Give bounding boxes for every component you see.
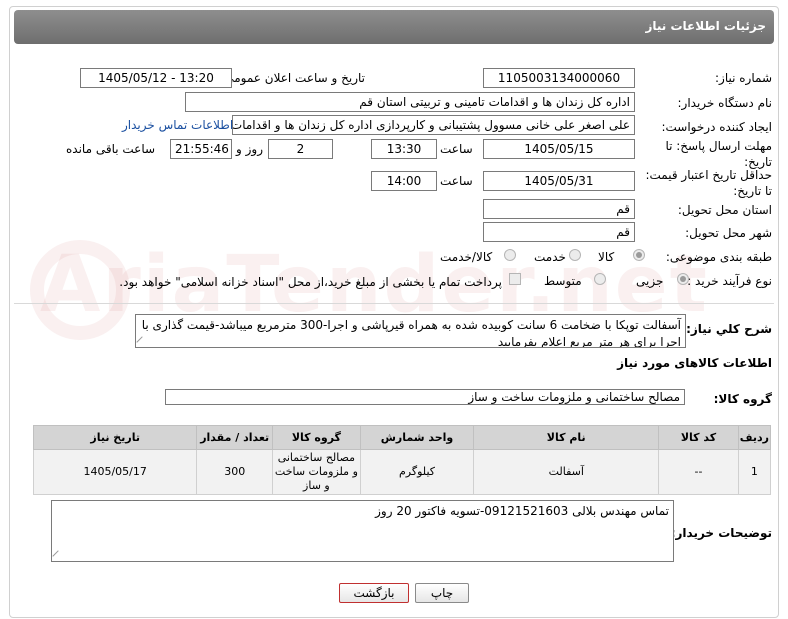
- resize-handle-icon[interactable]: [136, 336, 148, 347]
- col-header-unit: واحد شمارش: [359, 425, 475, 450]
- creator-field: علی اصغر علی خانی مسوول پشتیبانی و کارپر…: [232, 115, 635, 135]
- deadline-label: مهلت ارسال پاسخ: تا تاریخ:: [665, 139, 772, 169]
- buyer-notes-label: توضیحات خریدار:: [670, 526, 772, 540]
- category-radio-both[interactable]: [504, 249, 516, 261]
- remaining-label: ساعت باقی مانده: [66, 142, 156, 156]
- days-field: 2: [268, 139, 333, 159]
- remaining-field: 21:55:46: [170, 139, 232, 159]
- need-number-label: شماره نیاز:: [715, 71, 772, 85]
- cell-qty: 300: [196, 449, 274, 495]
- table-row: 1 -- آسفالت کیلوگرم مصالح ساختمانی و ملز…: [32, 449, 772, 495]
- goods-group-field: مصالح ساختمانی و ملزومات ساخت و ساز: [165, 389, 685, 405]
- divider: [14, 303, 774, 304]
- buyer-contact-link[interactable]: اطلاعات تماس خریدار: [122, 118, 233, 132]
- cell-name: آسفالت: [473, 449, 660, 495]
- print-button[interactable]: چاپ: [415, 583, 469, 603]
- cell-date: 1405/05/17: [32, 449, 198, 495]
- col-header-name: نام کالا: [473, 425, 660, 450]
- table-header-row: ردیف کد کالا نام کالا واحد شمارش گروه کا…: [32, 425, 772, 450]
- city-label: شهر محل تحویل:: [685, 226, 772, 240]
- buyer-notes-text: تماس مهندس بلالی 09121521603-تسویه فاکتو…: [375, 504, 669, 518]
- col-header-row: ردیف: [737, 425, 772, 450]
- announce-label: تاریخ و ساعت اعلان عمومی:: [220, 71, 365, 85]
- col-header-code: کد کالا: [658, 425, 739, 450]
- category-option-both: کالا/خدمت: [440, 250, 493, 264]
- summary-text: آسفالت توپکا با ضخامت 6 سانت کوبیده شده …: [141, 318, 681, 348]
- announce-field: 1405/05/12 - 13:20: [80, 68, 232, 88]
- deadline-time-label: ساعت: [440, 142, 473, 156]
- deadline-date-field: 1405/05/15: [483, 139, 635, 159]
- deadline-time-field: 13:30: [371, 139, 437, 159]
- summary-label: شرح کلي نياز:: [686, 322, 772, 336]
- price-validity-time-field: 14:00: [371, 171, 437, 191]
- process-radio-minor[interactable]: [677, 273, 689, 285]
- category-radio-goods[interactable]: [633, 249, 645, 261]
- price-validity-time-label: ساعت: [440, 174, 473, 188]
- back-button[interactable]: بازگشت: [339, 583, 409, 603]
- days-label: روز و: [236, 142, 263, 156]
- cell-code: --: [658, 449, 739, 495]
- city-field: قم: [483, 222, 635, 242]
- goods-section-title: اطلاعات کالاهای مورد نیاز: [617, 356, 772, 370]
- creator-label: ایجاد کننده درخواست:: [661, 120, 772, 134]
- items-table: ردیف کد کالا نام کالا واحد شمارش گروه کا…: [32, 425, 772, 495]
- category-label: طبقه بندی موضوعی:: [665, 250, 772, 264]
- cell-row: 1: [737, 449, 772, 495]
- buyer-org-label: نام دستگاه خریدار:: [677, 96, 773, 110]
- price-validity-label: حداقل تاریخ اعتبار قیمت: تا تاریخ:: [645, 168, 772, 198]
- process-option-medium: متوسط: [544, 274, 582, 288]
- summary-textarea[interactable]: آسفالت توپکا با ضخامت 6 سانت کوبیده شده …: [135, 314, 686, 348]
- col-header-group: گروه کالا: [272, 425, 361, 450]
- category-option-service: خدمت: [534, 250, 566, 264]
- province-label: استان محل تحویل:: [677, 203, 772, 217]
- buyer-org-field: اداره کل زندان ها و اقدامات تامینی و ترب…: [185, 92, 635, 112]
- cell-group: مصالح ساختمانی و ملزومات ساخت و ساز: [272, 449, 361, 495]
- cell-unit: کیلوگرم: [359, 449, 475, 495]
- resize-handle-icon[interactable]: [52, 550, 64, 561]
- province-field: قم: [483, 199, 635, 219]
- col-header-date: تاریخ نیاز: [32, 425, 198, 450]
- process-radio-medium[interactable]: [594, 273, 606, 285]
- col-header-qty: تعداد / مقدار: [196, 425, 274, 450]
- process-label: نوع فرآیند خرید :: [687, 274, 772, 288]
- need-number-field: 1105003134000060: [483, 68, 635, 88]
- payment-checkbox[interactable]: [509, 273, 521, 285]
- payment-note: پرداخت تمام یا بخشی از مبلغ خرید،از محل …: [119, 275, 502, 289]
- category-radio-service[interactable]: [569, 249, 581, 261]
- price-validity-date-field: 1405/05/31: [483, 171, 635, 191]
- process-option-minor: جزیی: [636, 274, 664, 288]
- buyer-notes-textarea[interactable]: تماس مهندس بلالی 09121521603-تسویه فاکتو…: [51, 500, 674, 562]
- goods-group-label: گروه کالا:: [713, 392, 772, 406]
- page-title: جزئیات اطلاعات نیاز: [645, 19, 766, 33]
- category-option-goods: کالا: [598, 250, 615, 264]
